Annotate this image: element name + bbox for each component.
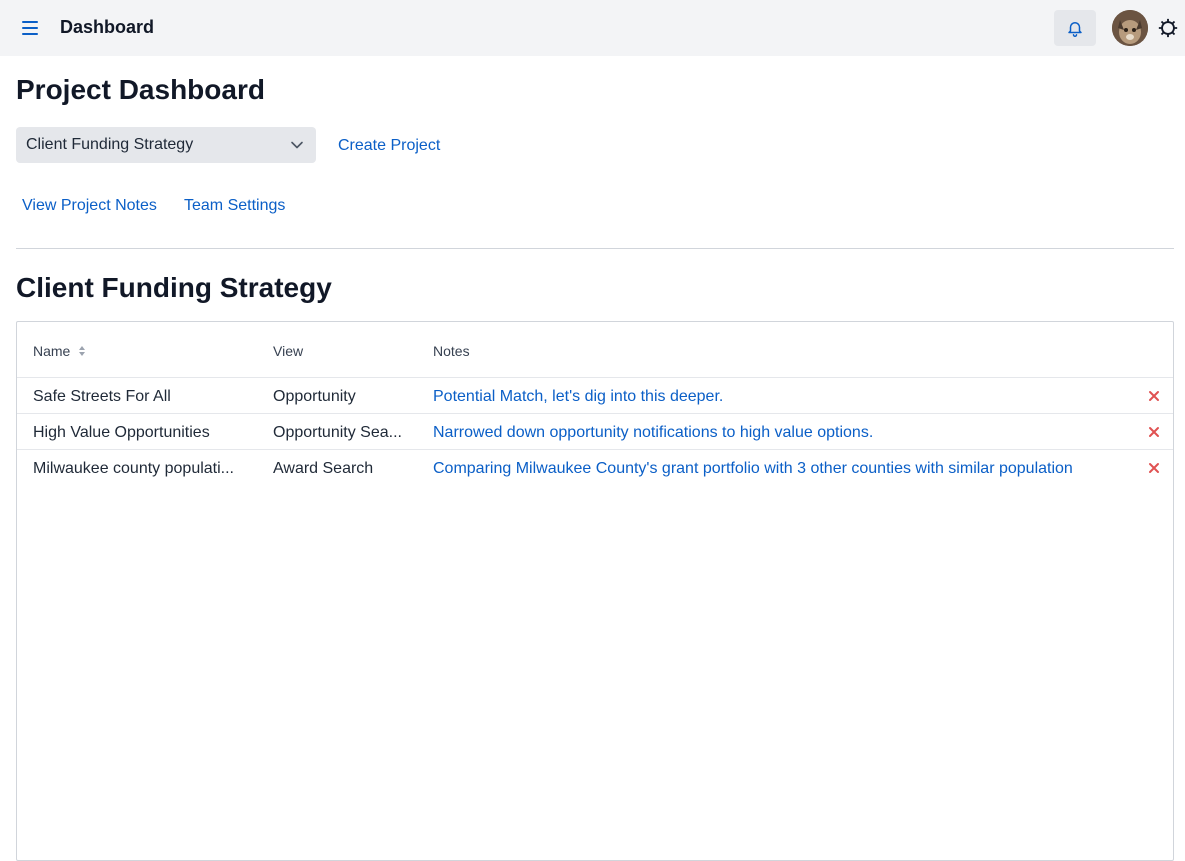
- project-select[interactable]: Client Funding Strategy: [16, 127, 316, 163]
- column-header-view: View: [273, 343, 304, 359]
- top-bar: Dashboard: [0, 0, 1185, 56]
- table-header: Name View Notes: [17, 322, 1173, 378]
- row-notes-link[interactable]: Potential Match, let's dig into this dee…: [433, 388, 723, 406]
- row-view: Opportunity: [273, 388, 356, 405]
- notifications-button[interactable]: [1054, 10, 1096, 46]
- row-name: Milwaukee county populati...: [33, 460, 234, 477]
- bell-icon: [1068, 22, 1082, 37]
- project-select-value: Client Funding Strategy: [26, 136, 194, 153]
- avatar[interactable]: [1112, 10, 1148, 46]
- team-settings-link[interactable]: Team Settings: [184, 197, 285, 215]
- view-project-notes-link[interactable]: View Project Notes: [22, 197, 157, 215]
- column-header-name-label: Name: [33, 343, 71, 359]
- chevron-down-icon: [291, 141, 303, 149]
- row-name: High Value Opportunities: [33, 424, 210, 441]
- row-view: Opportunity Sea...: [273, 424, 402, 441]
- delete-icon[interactable]: [1147, 461, 1161, 475]
- page-title: Project Dashboard: [16, 74, 265, 105]
- section-title: Client Funding Strategy: [16, 272, 332, 303]
- row-notes-link[interactable]: Comparing Milwaukee County's grant portf…: [433, 460, 1073, 478]
- divider: [16, 248, 1174, 249]
- projects-table: Name View Notes Safe Streets For All Opp…: [16, 321, 1174, 861]
- sort-icon: [79, 346, 86, 356]
- topbar-title: Dashboard: [60, 17, 155, 37]
- delete-icon[interactable]: [1147, 389, 1161, 403]
- row-view: Award Search: [273, 460, 374, 477]
- row-notes-link[interactable]: Narrowed down opportunity notifications …: [433, 424, 873, 442]
- column-header-notes: Notes: [433, 343, 470, 359]
- table-row: High Value Opportunities Opportunity Sea…: [17, 414, 1173, 450]
- table-row: Milwaukee county populati... Award Searc…: [17, 450, 1173, 486]
- menu-icon[interactable]: [18, 16, 42, 40]
- row-name: Safe Streets For All: [33, 388, 171, 405]
- settings-button[interactable]: [1156, 16, 1180, 40]
- gear-icon: [1158, 18, 1178, 38]
- create-project-link[interactable]: Create Project: [338, 137, 440, 155]
- table-row: Safe Streets For All Opportunity Potenti…: [17, 378, 1173, 414]
- delete-icon[interactable]: [1147, 425, 1161, 439]
- column-header-name[interactable]: Name: [33, 343, 86, 359]
